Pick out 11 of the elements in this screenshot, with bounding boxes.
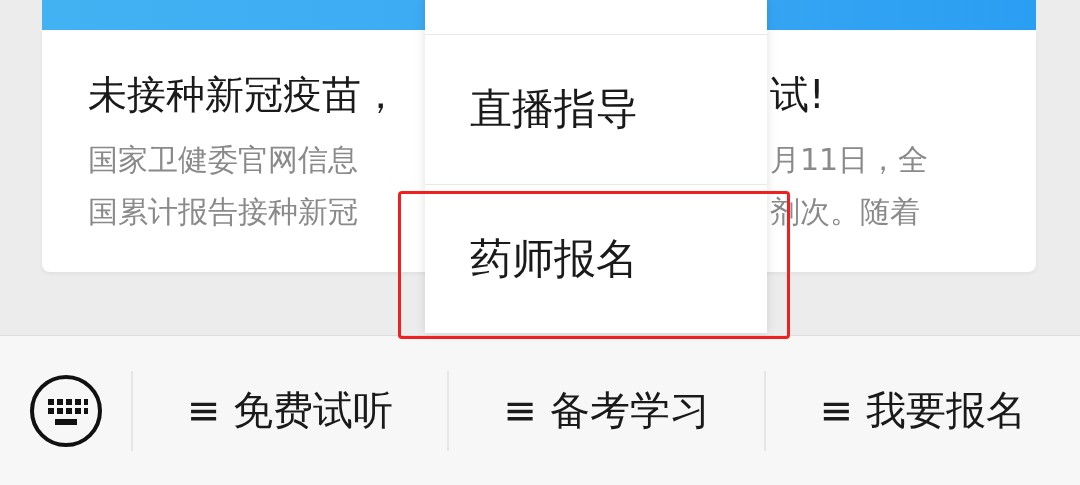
article-title: 试! <box>770 71 826 119</box>
menu-button[interactable]: ≡ 备考学习 <box>449 370 766 451</box>
article-title: 未接种新冠疫苗， <box>88 71 401 119</box>
article-summary: 国家卫健委官网信息 <box>88 141 359 179</box>
menu-button[interactable]: ≡ 免费试听 <box>133 370 450 451</box>
article-summary: 月11日，全 <box>770 141 929 179</box>
article-summary: 国累计报告接种新冠 <box>88 193 359 231</box>
keyboard-icon[interactable] <box>27 372 104 449</box>
menu-item[interactable]: 药师报名 <box>425 184 767 333</box>
menu-item[interactable]: 直播指导 <box>425 35 767 185</box>
menu-button[interactable]: ≡ 我要报名 <box>765 370 1080 451</box>
